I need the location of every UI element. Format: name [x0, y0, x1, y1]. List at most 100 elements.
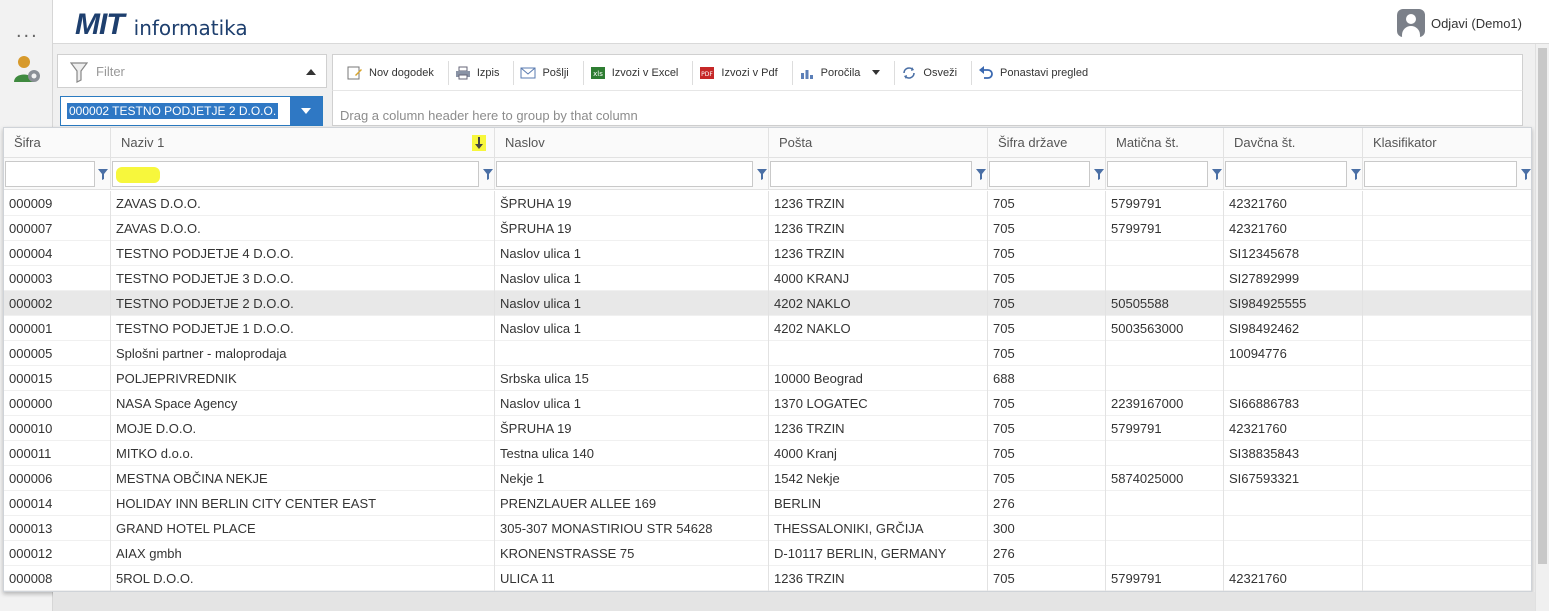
- funnel-icon[interactable]: [98, 169, 108, 180]
- print-button[interactable]: Izpis: [449, 60, 515, 85]
- cell-sifra-drzave: 705: [988, 441, 1106, 466]
- filter-input-naslov[interactable]: [496, 161, 753, 187]
- printer-icon: [455, 66, 470, 79]
- chevron-down-icon[interactable]: [290, 97, 322, 125]
- funnel-icon[interactable]: [1351, 169, 1361, 180]
- partner-select[interactable]: 000002 TESTNO PODJETJE 2 D.O.O.: [60, 96, 323, 126]
- filter-cell: [495, 158, 769, 190]
- filter-input-klasifikator[interactable]: [1364, 161, 1517, 187]
- funnel-icon[interactable]: [1521, 169, 1531, 180]
- sort-descending-icon[interactable]: [472, 135, 486, 151]
- funnel-icon[interactable]: [757, 169, 767, 180]
- export-excel-button[interactable]: xls Izvozi v Excel: [584, 60, 694, 85]
- undo-icon: [979, 65, 993, 79]
- filter-input-maticna[interactable]: [1107, 161, 1208, 187]
- funnel-icon[interactable]: [1212, 169, 1222, 180]
- table-row[interactable]: 000015 POLJEPRIVREDNIK Srbska ulica 15 1000…: [4, 366, 1531, 391]
- cell-sifra: 000001: [4, 316, 111, 341]
- filter-input-davcna[interactable]: [1225, 161, 1347, 187]
- cell-naziv: ZAVAS D.O.O.: [111, 191, 495, 216]
- table-row[interactable]: 000002 TESTNO PODJETJE 2 D.O.O. Naslov uli…: [4, 291, 1531, 316]
- table-row[interactable]: 000014 HOLIDAY INN BERLIN CITY CENTER EAS…: [4, 491, 1531, 516]
- table-row[interactable]: 000011 MITKO d.o.o. Testna ulica 140 4000 K…: [4, 441, 1531, 466]
- funnel-icon[interactable]: [976, 169, 986, 180]
- cell-naziv: TESTNO PODJETJE 2 D.O.O.: [111, 291, 495, 316]
- filter-cell: [4, 158, 111, 190]
- filter-input-naziv[interactable]: [112, 161, 479, 187]
- table-row[interactable]: 000013 GRAND HOTEL PLACE 305-307 MONASTIRI…: [4, 516, 1531, 541]
- send-label: Pošlji: [542, 66, 569, 79]
- export-pdf-button[interactable]: PDF Izvozi v Pdf: [693, 60, 793, 85]
- table-row[interactable]: 000012 AIAX gmbh KRONENSTRASSE 75 D-10117 B…: [4, 541, 1531, 566]
- chevron-down-icon[interactable]: [872, 70, 881, 75]
- column-header-sifra-drzave[interactable]: Šifra države: [988, 128, 1106, 158]
- table-row[interactable]: 000005 Splošni partner - maloprodaja 705 10…: [4, 341, 1531, 366]
- column-header-maticna[interactable]: Matična št.: [1106, 128, 1224, 158]
- user-box[interactable]: Odjavi (Demo1): [1396, 9, 1522, 37]
- logout-link[interactable]: Odjavi (Demo1): [1431, 16, 1522, 31]
- cell-naziv: HOLIDAY INN BERLIN CITY CENTER EAST: [111, 491, 495, 516]
- cell-posta: 1370 LOGATEC: [769, 391, 988, 416]
- table-row[interactable]: 000003 TESTNO PODJETJE 3 D.O.O. Naslov uli…: [4, 266, 1531, 291]
- cell-sifra: 000003: [4, 266, 111, 291]
- table-row[interactable]: 000004 TESTNO PODJETJE 4 D.O.O. Naslov uli…: [4, 241, 1531, 266]
- cell-maticna: 50505588: [1106, 291, 1224, 316]
- cell-sifra: 000008: [4, 566, 111, 591]
- scrollbar-thumb[interactable]: [1538, 48, 1547, 564]
- cell-klasifikator: [1363, 316, 1531, 341]
- column-header-davcna[interactable]: Davčna št.: [1224, 128, 1363, 158]
- column-header-klasifikator[interactable]: Klasifikator: [1363, 128, 1531, 158]
- cell-posta: 1542 Nekje: [769, 466, 988, 491]
- cell-davcna: SI66886783: [1224, 391, 1363, 416]
- table-row[interactable]: 000000 NASA Space Agency Naslov ulica 1 137…: [4, 391, 1531, 416]
- table-row[interactable]: 000001 TESTNO PODJETJE 1 D.O.O. Naslov uli…: [4, 316, 1531, 341]
- cell-sifra-drzave: 705: [988, 216, 1106, 241]
- new-event-button[interactable]: Nov dogodek: [341, 60, 449, 85]
- logo-mark: MIT: [75, 8, 125, 41]
- cell-sifra: 000013: [4, 516, 111, 541]
- filter-input-sifra-drzave[interactable]: [989, 161, 1090, 187]
- cell-naslov: Srbska ulica 15: [495, 366, 769, 391]
- column-header-naslov[interactable]: Naslov: [495, 128, 769, 158]
- ellipsis-icon[interactable]: ...: [16, 21, 39, 41]
- cell-sifra-drzave: 276: [988, 541, 1106, 566]
- reports-button[interactable]: Poročila: [793, 60, 896, 85]
- group-by-panel[interactable]: Drag a column header here to group by th…: [332, 90, 1523, 126]
- vertical-scrollbar[interactable]: [1535, 44, 1549, 611]
- send-button[interactable]: Pošlji: [514, 60, 584, 85]
- cell-naziv: 5ROL D.O.O.: [111, 566, 495, 591]
- table-row[interactable]: 000008 5ROL D.O.O. ULICA 11 1236 TRZIN 705 57…: [4, 566, 1531, 591]
- column-header-posta[interactable]: Pošta: [769, 128, 988, 158]
- chevron-up-icon[interactable]: [306, 69, 316, 75]
- cell-klasifikator: [1363, 241, 1531, 266]
- app-header: MIT informatika Odjavi (Demo1): [53, 0, 1549, 44]
- refresh-button[interactable]: Osveži: [895, 60, 973, 85]
- cell-klasifikator: [1363, 466, 1531, 491]
- filter-input-posta[interactable]: [770, 161, 972, 187]
- cell-sifra-drzave: 705: [988, 341, 1106, 366]
- cell-davcna: SI67593321: [1224, 466, 1363, 491]
- filter-cell: [111, 158, 495, 190]
- cell-sifra-drzave: 705: [988, 416, 1106, 441]
- user-avatar-icon[interactable]: [1396, 9, 1425, 37]
- cell-naziv: MITKO d.o.o.: [111, 441, 495, 466]
- highlight-mark: [116, 167, 160, 183]
- funnel-icon[interactable]: [483, 169, 493, 180]
- filter-panel-toggle[interactable]: Filter: [57, 54, 327, 88]
- table-row[interactable]: 000007 ZAVAS D.O.O. ŠPRUHA 19 1236 TRZIN 705…: [4, 216, 1531, 241]
- cell-davcna: [1224, 491, 1363, 516]
- partner-select-value[interactable]: 000002 TESTNO PODJETJE 2 D.O.O.: [67, 103, 279, 119]
- user-gear-icon[interactable]: [12, 54, 42, 84]
- table-row[interactable]: 000006 MESTNA OBČINA NEKJE Nekje 1 1542 Nek…: [4, 466, 1531, 491]
- refresh-icon: [903, 66, 916, 79]
- funnel-icon[interactable]: [1094, 169, 1104, 180]
- cell-naslov: ŠPRUHA 19: [495, 191, 769, 216]
- cell-klasifikator: [1363, 366, 1531, 391]
- table-row[interactable]: 000010 MOJE D.O.O. ŠPRUHA 19 1236 TRZIN 705 5…: [4, 416, 1531, 441]
- filter-input-sifra[interactable]: [5, 161, 95, 187]
- table-row[interactable]: 000009 ZAVAS D.O.O. ŠPRUHA 19 1236 TRZIN 705…: [4, 191, 1531, 216]
- column-header-naziv[interactable]: Naziv 1: [111, 128, 495, 158]
- column-header-sifra[interactable]: Šifra: [4, 128, 111, 158]
- reset-view-button[interactable]: Ponastavi pregled: [972, 61, 1102, 85]
- cell-klasifikator: [1363, 566, 1531, 591]
